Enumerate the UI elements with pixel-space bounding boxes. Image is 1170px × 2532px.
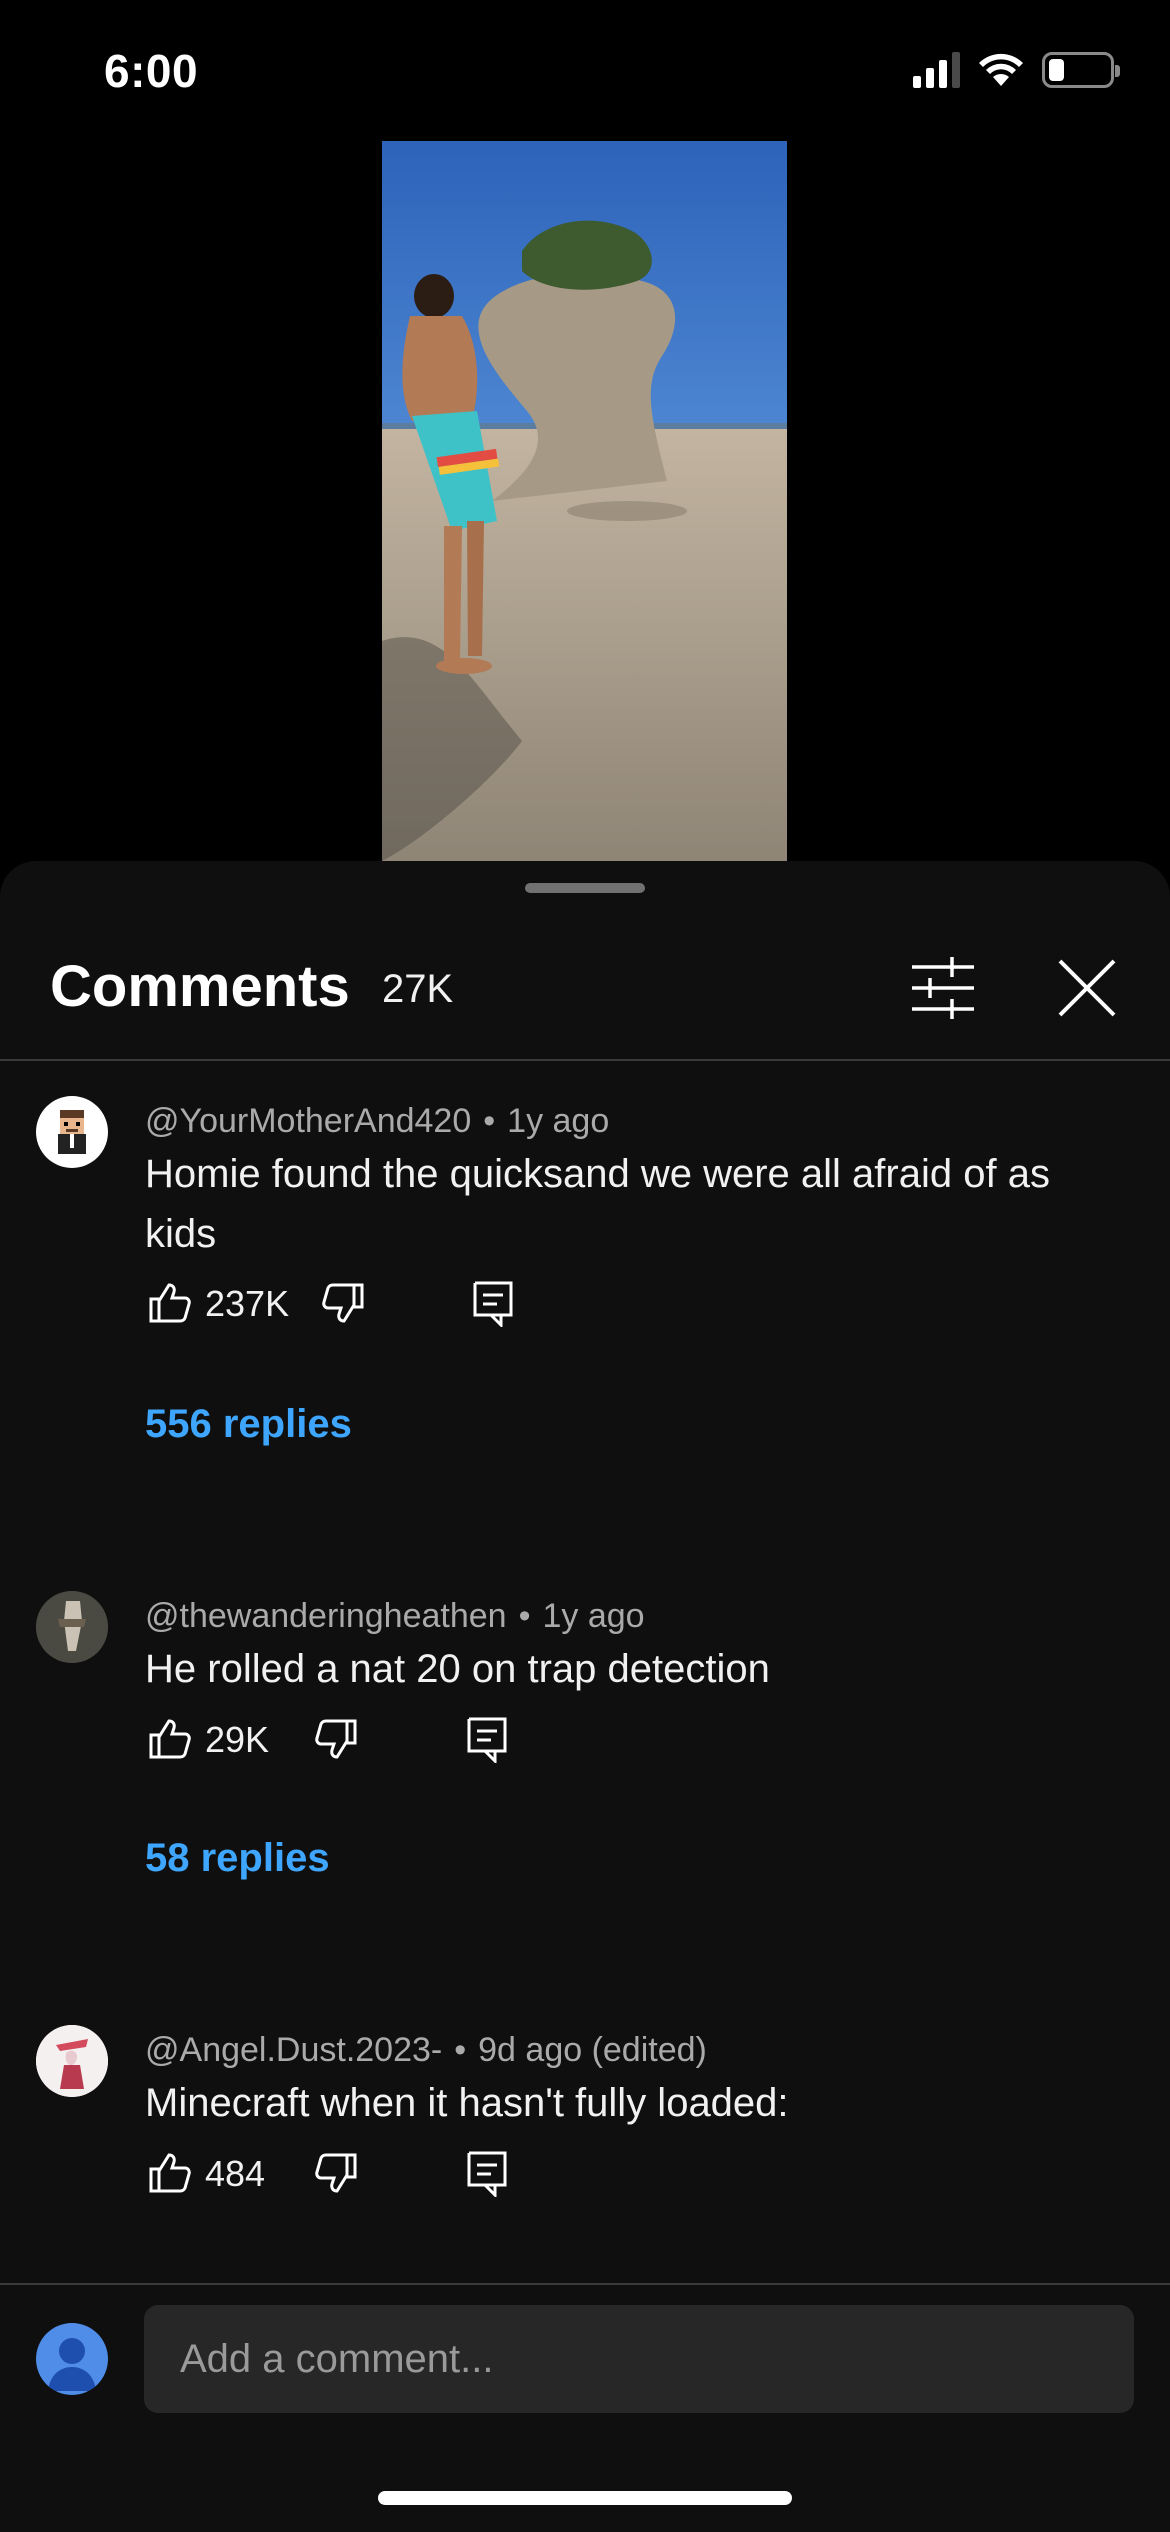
default-user-icon [48, 2338, 96, 2391]
avatar[interactable] [36, 2025, 108, 2097]
comments-count: 27K [382, 967, 454, 1011]
dislike-button[interactable] [313, 1715, 361, 1763]
avatar[interactable] [36, 1096, 108, 1168]
thumbs-up-icon [149, 1719, 191, 1759]
comment-time: 9d ago (edited) [478, 2031, 707, 2069]
reply-comment-icon [467, 1717, 507, 1765]
comment-author[interactable]: @Angel.Dust.2023- [145, 2031, 442, 2069]
reply-comment-icon [467, 2151, 507, 2199]
pixel-avatar-image [58, 1110, 86, 1154]
avatar-image [36, 1591, 108, 1663]
view-replies-link[interactable]: 556 replies [145, 1402, 352, 1447]
comment-text: Homie found the quicksand we were all af… [145, 1152, 1050, 1256]
view-replies-link[interactable]: 58 replies [145, 1836, 330, 1881]
wifi-icon [979, 53, 1023, 86]
filter-button[interactable] [908, 953, 978, 1023]
reply-button[interactable] [465, 2149, 509, 2199]
avatar-image [36, 2025, 108, 2097]
comment-text: Minecraft when it hasn't fully loaded: [145, 2081, 789, 2125]
comment-text: He rolled a nat 20 on trap detection [145, 1647, 770, 1691]
close-button[interactable] [1052, 953, 1122, 1023]
reply-button[interactable] [471, 1279, 515, 1329]
like-button[interactable] [145, 1715, 193, 1763]
reply-button[interactable] [465, 1715, 509, 1765]
dislike-button[interactable] [313, 2149, 361, 2197]
close-icon [1058, 959, 1116, 1017]
sliders-icon [912, 957, 974, 1019]
comment-author[interactable]: @YourMotherAnd420 [145, 1102, 471, 1140]
dislike-button[interactable] [320, 1279, 368, 1327]
like-button[interactable] [145, 2149, 193, 2197]
thumbs-down-icon [315, 1719, 357, 1759]
like-button[interactable] [145, 1279, 193, 1327]
meta-separator: • [483, 1102, 496, 1140]
comment-author[interactable]: @thewanderingheathen [145, 1597, 507, 1635]
comment-actions: 484 [145, 2149, 645, 2209]
home-indicator[interactable] [378, 2491, 792, 2505]
comment-meta: @Angel.Dust.2023- • 9d ago (edited) [145, 2031, 707, 2070]
status-time: 6:00 [104, 45, 199, 97]
comment-meta: @YourMotherAnd420 • 1y ago [145, 1102, 609, 1141]
video-thumbnail[interactable] [382, 141, 787, 861]
status-bar: 6:00 [0, 0, 1170, 140]
avatar[interactable] [36, 1591, 108, 1663]
cellular-signal-icon [913, 52, 960, 88]
thumbs-up-icon [149, 1283, 191, 1323]
user-avatar[interactable] [36, 2323, 108, 2395]
sheet-header: Comments 27K [0, 861, 1170, 1061]
meta-separator: • [454, 2031, 467, 2069]
comment-actions: 29K [145, 1715, 645, 1775]
thumbs-up-icon [149, 2153, 191, 2193]
video-frame [382, 141, 787, 861]
comments-sheet: Comments 27K @YourMotherAnd420 • 1y ago … [0, 861, 1170, 2532]
battery-icon [1042, 52, 1120, 88]
comment-actions: 237K [145, 1279, 645, 1339]
reply-comment-icon [473, 1281, 513, 1329]
comments-title: Comments [50, 954, 350, 1019]
like-count: 29K [205, 1719, 270, 1760]
comment-time: 1y ago [507, 1102, 610, 1140]
like-count: 237K [205, 1283, 290, 1324]
comment-meta: @thewanderingheathen • 1y ago [145, 1597, 645, 1636]
comment-time: 1y ago [542, 1597, 645, 1635]
like-count: 484 [205, 2153, 266, 2194]
add-comment-input[interactable] [144, 2305, 1134, 2413]
comment-composer [0, 2283, 1170, 2532]
thumbs-down-icon [315, 2153, 357, 2193]
meta-separator: • [518, 1597, 531, 1635]
thumbs-down-icon [322, 1283, 364, 1323]
battery-level [1049, 59, 1064, 81]
status-icons [913, 52, 1120, 88]
